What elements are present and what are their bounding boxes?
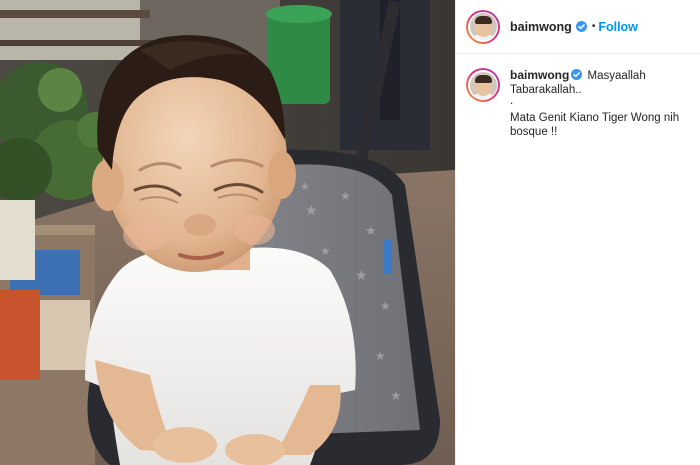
post-photo-illustration: ★ ★ ★ ★ ★ ★ ★ ★ ★ ★	[0, 0, 455, 465]
avatar[interactable]	[466, 9, 500, 44]
caption-avatar-frame	[468, 70, 498, 100]
caption-verified-badge-icon	[571, 69, 583, 80]
caption-line-2: Tabarakallah..	[510, 84, 582, 96]
caption-line-3: .	[510, 95, 514, 107]
caption-line-5: bosque !!	[510, 126, 558, 138]
caption-text: baimwong Masyaallah Tabarakallah.. . Mat…	[510, 68, 690, 139]
avatar-frame	[468, 11, 498, 42]
svg-text:★: ★	[375, 349, 386, 363]
post-photo[interactable]: ★ ★ ★ ★ ★ ★ ★ ★ ★ ★	[0, 0, 455, 465]
svg-text:★: ★	[340, 189, 351, 203]
svg-text:★: ★	[355, 268, 368, 284]
caption-avatar-hair	[474, 74, 492, 83]
verified-badge-icon	[575, 21, 587, 32]
svg-text:★: ★	[300, 180, 310, 193]
header-username[interactable]: baimwong	[510, 20, 572, 34]
svg-text:★: ★	[380, 299, 391, 313]
follow-button[interactable]: Follow	[598, 20, 638, 34]
post-header: baimwong • Follow	[456, 0, 700, 54]
caption-comment: baimwong Masyaallah Tabarakallah.. . Mat…	[466, 68, 694, 139]
caption-username[interactable]: baimwong	[510, 68, 569, 82]
avatar-image	[469, 13, 497, 40]
caption-line-4: Mata Genit Kiano Tiger Wong nih	[510, 112, 680, 124]
svg-text:★: ★	[390, 389, 402, 404]
svg-text:★: ★	[305, 203, 318, 219]
post-side-panel: baimwong • Follow baimwong Masyaallah Ta…	[455, 0, 700, 465]
caption-avatar[interactable]	[466, 68, 500, 102]
header-separator: •	[591, 21, 596, 32]
avatar-hair	[474, 16, 492, 24]
instagram-post: ★ ★ ★ ★ ★ ★ ★ ★ ★ ★	[0, 0, 700, 465]
caption-avatar-image	[469, 71, 497, 99]
svg-text:★: ★	[365, 224, 377, 239]
svg-text:★: ★	[320, 244, 331, 258]
caption-line-1: Masyaallah	[587, 70, 646, 82]
